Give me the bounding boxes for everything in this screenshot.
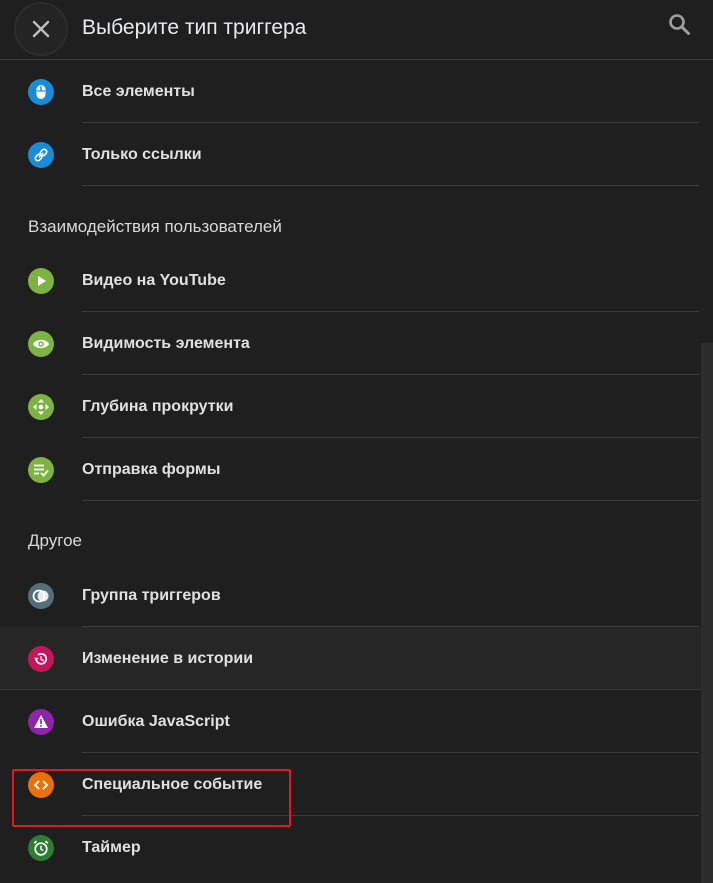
mouse-icon [28,78,54,105]
trigger-option-label: Только ссылки [82,145,202,163]
history-icon [28,645,54,672]
play-icon [28,267,54,294]
trigger-option-label: Ошибка JavaScript [82,712,230,730]
form-check-icon [28,456,54,483]
trigger-option-youtube-video[interactable]: Видео на YouTube [0,249,713,312]
section-title-text: Другое [28,531,83,550]
trigger-option-label: Группа триггеров [82,586,221,604]
eye-icon [28,330,54,357]
trigger-option-label: Отправка формы [82,460,221,478]
highlight-annotation-box [12,769,291,827]
section-title-user-interactions: Взаимодействия пользователей [0,186,713,249]
section-title-other: Другое [0,501,713,564]
timer-icon [28,834,54,861]
trigger-option-label: Все элементы [82,82,195,100]
link-icon [28,141,54,168]
trigger-option-label: Изменение в истории [82,649,254,667]
trigger-option-scroll-depth[interactable]: Глубина прокрутки [0,375,713,438]
scrollbar[interactable] [701,343,713,883]
close-icon [32,20,50,38]
trigger-type-list: Все элементы Только ссылки Взаимодействи… [0,60,713,879]
trigger-option-history-change[interactable]: Изменение в истории [0,627,713,690]
trigger-option-form-submission[interactable]: Отправка формы [0,438,713,501]
scroll-arrows-icon [28,393,54,420]
warning-icon [28,708,54,735]
trigger-option-label: Глубина прокрутки [82,397,234,415]
dialog-header: Выберите тип триггера [0,0,713,60]
search-icon [669,14,690,35]
dialog-title: Выберите тип триггера [82,16,307,39]
trigger-option-label: Видео на YouTube [82,271,226,289]
trigger-option-label: Таймер [82,838,141,856]
trigger-option-element-visibility[interactable]: Видимость элемента [0,312,713,375]
trigger-option-all-elements[interactable]: Все элементы [0,60,713,123]
trigger-option-javascript-error[interactable]: Ошибка JavaScript [0,690,713,753]
trigger-option-trigger-group[interactable]: Группа триггеров [0,564,713,627]
trigger-option-links-only[interactable]: Только ссылки [0,123,713,186]
search-button[interactable] [667,12,693,38]
trigger-option-label: Видимость элемента [82,334,250,352]
close-button[interactable] [14,2,68,56]
trigger-group-icon [28,582,54,609]
section-title-text: Взаимодействия пользователей [28,217,282,236]
